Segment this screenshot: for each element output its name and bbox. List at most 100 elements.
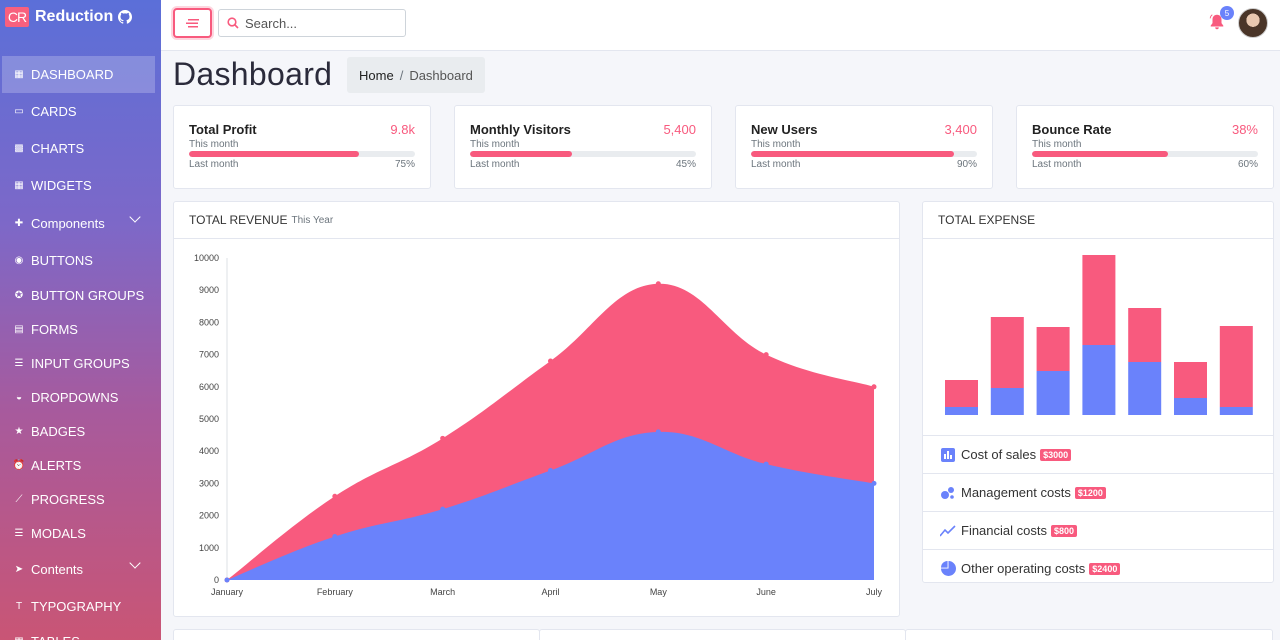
expense-amount-badge: $800 (1050, 524, 1078, 537)
stat-header: New Users 3,400 (751, 122, 977, 137)
stat-percent: 90% (956, 159, 977, 170)
radio-icon: ◉ (14, 254, 24, 266)
charts-icon: ▩ (14, 143, 24, 154)
stat-title: Monthly Visitors (470, 122, 571, 137)
sidebar-item-dropdowns[interactable]: ◒ DROPDOWNS (0, 380, 161, 414)
github-icon[interactable] (118, 10, 133, 24)
expense-list: Cost of sales $3000 Management costs $1200 F… (923, 435, 1273, 587)
breadcrumb-home-link[interactable]: Home (359, 68, 394, 83)
expense-bar-segment (945, 407, 978, 415)
area-data-point (871, 384, 877, 390)
area-data-point (763, 352, 769, 358)
stat-header: Total Profit 9.8k (189, 122, 415, 137)
x-tick-label: May (650, 587, 668, 597)
expense-bar-segment (1219, 326, 1253, 407)
stat-subtitle: This month (1032, 139, 1082, 150)
y-tick-label: 4000 (199, 446, 219, 456)
brand[interactable]: CR Reduction (0, 0, 161, 34)
x-tick-label: June (756, 587, 776, 597)
sidebar-item-charts[interactable]: ▩ CHARTS (0, 130, 161, 167)
y-tick-label: 6000 (199, 382, 219, 392)
expense-bar-segment (1219, 407, 1253, 415)
area-data-point (548, 358, 553, 364)
stat-progress-bar (189, 151, 415, 157)
search-input[interactable] (245, 15, 395, 31)
sidebar-item-contents[interactable]: ➤ Contents (0, 550, 161, 588)
revenue-title: TOTAL REVENUE (189, 213, 288, 227)
sidebar-item-modals[interactable]: ☰ MODALS (0, 516, 161, 550)
area-data-point (332, 493, 338, 499)
breadcrumb: Home / Dashboard (347, 57, 485, 93)
y-tick-label: 3000 (199, 478, 219, 488)
expense-bar-chart (945, 255, 1253, 415)
sidebar-item-alerts[interactable]: ⏰ ALERTS (0, 448, 161, 482)
send-icon: ➤ (14, 563, 24, 575)
sidebar-item-forms[interactable]: ▤ FORMS (0, 312, 161, 346)
brand-logo: CR (5, 7, 29, 27)
stat-card: Monthly Visitors 5,400 This month Last mont… (454, 105, 712, 189)
sidebar-item-label: TYPOGRAPHY (31, 598, 122, 614)
expense-bar-segment (1128, 308, 1162, 362)
x-tick-label: July (866, 587, 883, 597)
area-data-point (655, 429, 661, 435)
menu-toggle-button[interactable] (173, 8, 212, 38)
search-box (218, 9, 406, 37)
chevron-down-icon[interactable] (129, 211, 141, 223)
sidebar-item-label: INPUT GROUPS (31, 355, 130, 371)
bar-chart-icon (940, 447, 956, 463)
expense-label: Management costs (961, 485, 1071, 500)
progress-icon: ⟋ (15, 493, 23, 505)
sidebar-item-buttons[interactable]: ◉ BUTTONS (0, 242, 161, 278)
x-tick-label: April (541, 587, 559, 597)
sidebar-item-label: BUTTON GROUPS (31, 287, 145, 303)
y-tick-label: 8000 (199, 317, 219, 327)
revenue-subtitle: This Year (291, 214, 334, 226)
stat-value: 9.8k (390, 122, 415, 137)
stat-progress-bar (751, 151, 977, 157)
area-data-point (548, 468, 553, 474)
stat-percent: 45% (675, 159, 696, 170)
stat-progress-fill (189, 151, 359, 157)
hamburger-icon (185, 19, 199, 28)
y-tick-label: 10000 (194, 253, 219, 263)
bottom-card (173, 629, 540, 640)
sidebar-item-widgets[interactable]: ▦ WIDGETS (0, 167, 161, 204)
chevron-down-icon[interactable] (129, 557, 141, 569)
sidebar-item-button-groups[interactable]: ✪ BUTTON GROUPS (0, 278, 161, 312)
sidebar-item-tables[interactable]: ▦ TABLES (0, 624, 161, 640)
revenue-card: TOTAL REVENUE This Year 0 1000 2000 3000 400… (173, 201, 900, 617)
sidebar-item-progress[interactable]: ⟋ PROGRESS (0, 482, 161, 516)
sidebar-item-components[interactable]: ✚ Components (0, 204, 161, 242)
stat-title: Total Profit (189, 122, 257, 137)
sidebar-item-badges[interactable]: ★ BADGES (0, 414, 161, 448)
sidebar-item-typography[interactable]: T TYPOGRAPHY (0, 588, 161, 624)
expense-bar-segment (1082, 345, 1116, 415)
expense-bar-segment (945, 380, 978, 407)
avatar[interactable] (1238, 8, 1268, 38)
stat-progress-bar (1032, 151, 1258, 157)
sidebar-item-input-groups[interactable]: ☰ INPUT GROUPS (0, 346, 161, 380)
expense-list-item: Other operating costs $2400 (923, 549, 1273, 587)
sidebar-item-label: FORMS (31, 321, 78, 337)
stat-header: Monthly Visitors 5,400 (470, 122, 696, 137)
stat-footer-label: Last month (189, 159, 239, 170)
stat-percent: 60% (1237, 159, 1258, 170)
x-tick-label: January (211, 587, 244, 597)
area-data-point (871, 480, 877, 486)
sidebar-item-label: DROPDOWNS (31, 389, 119, 405)
sidebar-item-label: Components (31, 215, 105, 231)
sidebar-item-label: PROGRESS (31, 491, 105, 507)
typography-icon: T (15, 600, 23, 612)
sidebar-item-label: BUTTONS (31, 252, 93, 268)
stat-footer: Last month 45% (470, 159, 696, 170)
sidebar-item-dashboard[interactable]: ▦ DASHBOARD (2, 56, 155, 93)
sidebar-item-label: DASHBOARD (31, 67, 114, 82)
modal-icon: ☰ (14, 527, 24, 539)
sidebar-item-cards[interactable]: ▭ CARDS (0, 93, 161, 130)
area-data-point (332, 534, 338, 540)
area-data-point (763, 461, 769, 467)
expense-card: TOTAL EXPENSE Cost of sales $3000 Manageme… (922, 201, 1274, 583)
stat-value: 5,400 (663, 122, 696, 137)
expense-list-item: Financial costs $800 (923, 511, 1273, 549)
expense-bar-segment (1128, 362, 1162, 415)
